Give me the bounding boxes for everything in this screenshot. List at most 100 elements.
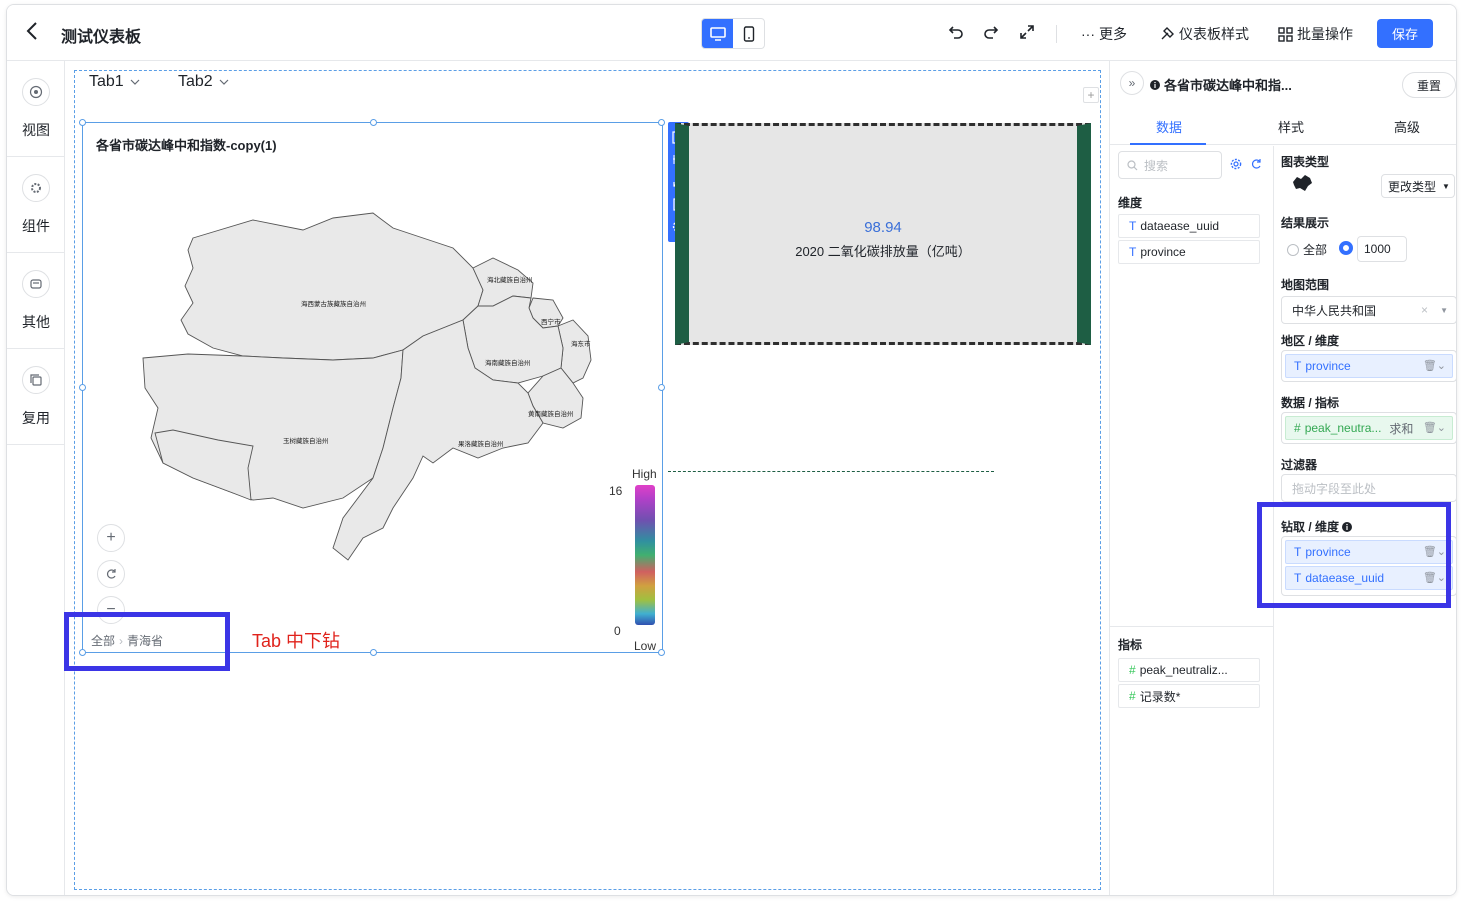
map-region-label: 海西蒙古族藏族自治州 xyxy=(301,299,366,308)
toolbar-divider xyxy=(1056,25,1057,43)
mobile-view-button[interactable] xyxy=(733,19,764,48)
kpi-card[interactable]: 98.94 2020 二氧化碳排放量（亿吨） xyxy=(675,123,1091,345)
qinghai-map: 海西蒙古族藏族自治州 海北藏族自治州 西宁市 海东市 海南藏族自治州 黄南藏族自… xyxy=(142,212,592,561)
reset-button[interactable]: 重置 xyxy=(1402,72,1456,98)
dashboard-style-button[interactable]: 仪表板样式 xyxy=(1159,24,1249,44)
panel-tabs: 数据 样式 高级 xyxy=(1110,105,1456,145)
zoom-in-button[interactable]: + xyxy=(97,524,125,552)
column-splitter[interactable] xyxy=(1110,626,1274,627)
save-button[interactable]: 保存 xyxy=(1377,19,1433,48)
legend-high-label: High xyxy=(632,467,657,481)
text-type-icon: T xyxy=(1294,359,1302,373)
chart-type-label: 图表类型 xyxy=(1281,155,1330,169)
tab-data[interactable]: 数据 xyxy=(1156,117,1182,136)
tab-tab2[interactable]: Tab2 xyxy=(178,73,229,91)
plus-icon: + xyxy=(106,529,116,546)
fullscreen-icon[interactable] xyxy=(1018,23,1036,41)
chart-title: 各省市碳达峰中和指数-copy(1) xyxy=(96,138,277,153)
batch-operation-button[interactable]: 批量操作 xyxy=(1278,24,1353,44)
metric-header: 指标 xyxy=(1118,638,1143,652)
active-tab-indicator xyxy=(1130,143,1206,145)
annotation-text: Tab 中下钻 xyxy=(252,631,341,651)
map-region-label: 果洛藏族自治州 xyxy=(458,439,504,448)
clear-icon[interactable]: × xyxy=(1421,303,1428,317)
map-scope-select[interactable]: 中华人民共和国 × ▼ xyxy=(1281,296,1456,324)
map-region-label: 黄南藏族自治州 xyxy=(528,409,574,418)
metric-field[interactable]: # peak_neutraliz... xyxy=(1118,658,1260,682)
guide-line xyxy=(668,471,994,472)
result-count-radio[interactable] xyxy=(1339,241,1353,258)
field-search-input[interactable]: 搜索 xyxy=(1118,151,1222,179)
map-scope-label: 地图范围 xyxy=(1281,278,1330,292)
map-region-label: 海东市 xyxy=(571,339,591,348)
panel-chart-name: 各省市碳达峰中和指... xyxy=(1150,75,1292,94)
legend-min-value: 0 xyxy=(614,624,621,638)
zoom-reset-button[interactable] xyxy=(97,560,125,588)
result-all-radio[interactable]: 全部 xyxy=(1287,241,1327,258)
device-switch xyxy=(701,18,765,49)
text-type-icon: T xyxy=(1129,245,1137,259)
change-type-button[interactable]: 更改类型 ▼ xyxy=(1381,174,1455,198)
color-legend[interactable] xyxy=(635,485,655,625)
chart-config-panel: » 各省市碳达峰中和指... 重置 数据 样式 高级 搜索 维度 T datae… xyxy=(1109,61,1456,895)
refresh-fields-icon[interactable] xyxy=(1250,158,1262,170)
app-window: 测试仪表板 ··· 更多 仪表板样式 批量操作 保存 视图 组件 其他 复用 T… xyxy=(6,4,1457,896)
delete-chevron-icon[interactable]: 🗑︎⌄ xyxy=(1423,421,1446,434)
panel-header: » 各省市碳达峰中和指... 重置 xyxy=(1110,61,1456,105)
dimension-header: 维度 xyxy=(1118,196,1143,210)
legend-max-value: 16 xyxy=(609,484,623,498)
tab-advanced[interactable]: 高级 xyxy=(1394,117,1420,136)
style-brush-icon xyxy=(1161,27,1174,40)
sidebar-item-component[interactable]: 组件 xyxy=(7,157,65,253)
more-icon: ··· xyxy=(1081,26,1095,42)
result-display-label: 结果展示 xyxy=(1281,216,1330,230)
caret-down-icon: ▼ xyxy=(1440,305,1448,315)
redo-icon[interactable] xyxy=(982,23,1000,41)
resize-handle[interactable] xyxy=(79,384,86,391)
dimension-field[interactable]: T province xyxy=(1118,240,1260,264)
sidebar-item-other[interactable]: 其他 xyxy=(7,253,65,349)
chevron-down-icon xyxy=(130,79,140,85)
resize-handle[interactable] xyxy=(658,384,665,391)
data-metric-pill[interactable]: # peak_neutra... 求和 🗑︎⌄ xyxy=(1285,416,1453,440)
resize-handle[interactable] xyxy=(658,119,665,126)
filter-label: 过滤器 xyxy=(1281,458,1318,472)
resize-handle[interactable] xyxy=(658,649,665,656)
collapse-panel-icon[interactable]: » xyxy=(1120,71,1144,95)
desktop-view-button[interactable] xyxy=(702,19,733,48)
map-region-label: 海北藏族自治州 xyxy=(487,275,533,284)
resize-handle[interactable] xyxy=(370,119,377,126)
kpi-label: 2020 二氧化碳排放量（亿吨） xyxy=(795,244,971,259)
radio-unchecked-icon xyxy=(1287,243,1299,256)
dashboard-title: 测试仪表板 xyxy=(61,29,142,46)
chevron-down-icon xyxy=(219,79,229,85)
undo-icon[interactable] xyxy=(947,23,965,41)
sidebar-item-view[interactable]: 视图 xyxy=(7,61,65,157)
text-type-icon: T xyxy=(1129,219,1137,233)
tab-style[interactable]: 样式 xyxy=(1278,117,1304,136)
add-tab-icon[interactable]: + xyxy=(1083,87,1099,103)
info-icon xyxy=(1150,79,1160,90)
delete-chevron-icon[interactable]: 🗑︎⌄ xyxy=(1423,359,1446,372)
back-arrow-icon[interactable] xyxy=(25,21,45,43)
map-chart-type-icon[interactable] xyxy=(1291,174,1313,192)
filter-drop-zone[interactable]: 拖动字段至此处 xyxy=(1281,474,1456,502)
sidebar-item-reuse[interactable]: 复用 xyxy=(7,349,65,445)
more-button[interactable]: ··· 更多 xyxy=(1081,24,1127,44)
annotation-highlight-box xyxy=(64,612,230,671)
map-chart-card[interactable]: 各省市碳达峰中和指数-copy(1) 海西蒙古族藏族自治州 海北藏族自治州 西宁… xyxy=(79,119,665,656)
map-region xyxy=(142,349,404,509)
resize-handle[interactable] xyxy=(79,119,86,126)
kpi-value: 98.94 xyxy=(864,219,902,236)
search-icon xyxy=(1127,159,1138,170)
dimension-field[interactable]: T dataease_uuid xyxy=(1118,214,1260,238)
metric-field[interactable]: # 记录数* xyxy=(1118,684,1260,708)
number-type-icon: # xyxy=(1129,689,1136,703)
result-count-input[interactable]: 1000 xyxy=(1357,236,1407,262)
data-metric-label: 数据 / 指标 xyxy=(1281,396,1340,410)
batch-grid-icon xyxy=(1278,26,1293,42)
tab-tab1[interactable]: Tab1 xyxy=(89,73,140,91)
field-settings-icon[interactable] xyxy=(1230,158,1242,170)
resize-handle[interactable] xyxy=(370,649,377,656)
area-dimension-pill[interactable]: T province 🗑︎⌄ xyxy=(1285,354,1453,378)
